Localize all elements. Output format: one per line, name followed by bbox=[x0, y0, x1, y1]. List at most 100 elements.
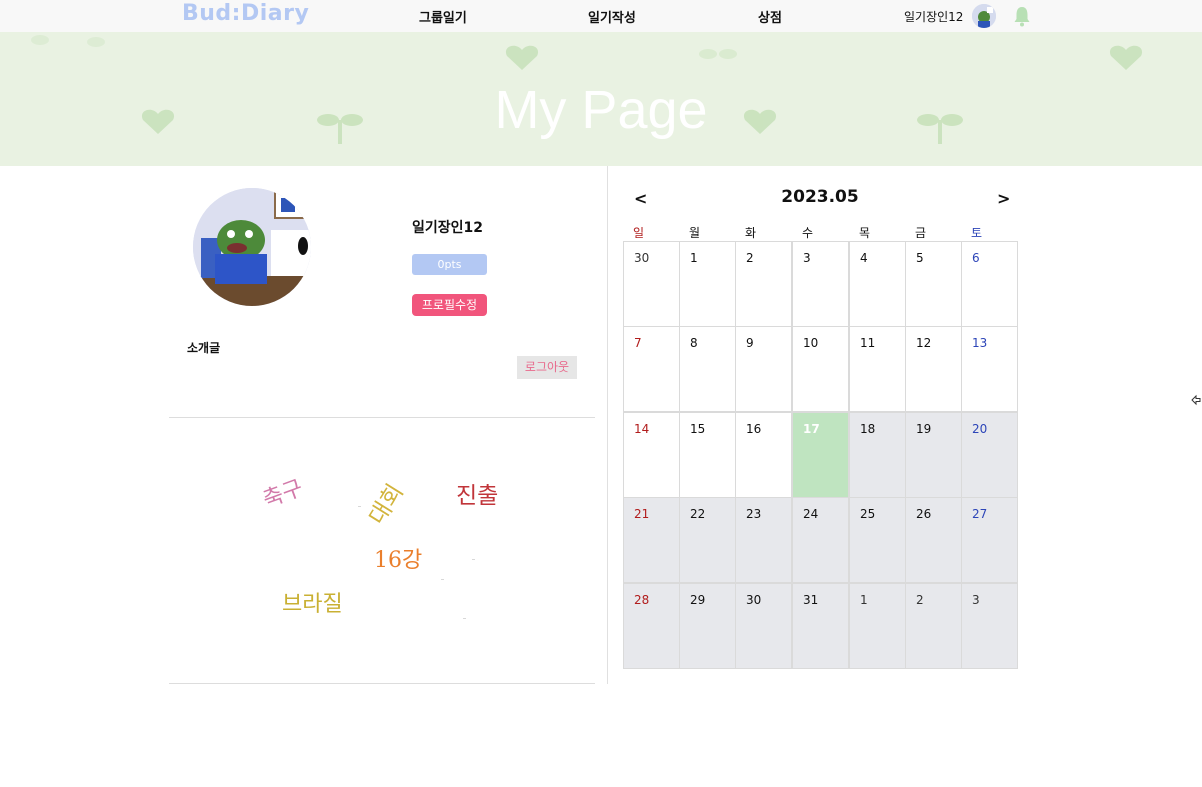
calendar-day[interactable]: 10 bbox=[793, 327, 848, 411]
word-cloud-word: 브라질 bbox=[282, 592, 343, 617]
word-cloud-word: 16강 bbox=[374, 548, 423, 573]
calendar-day-number: 28 bbox=[634, 593, 650, 607]
weekday-label: 수 bbox=[802, 226, 814, 240]
calendar-day-number: 6 bbox=[972, 251, 980, 265]
calendar-day[interactable]: 19 bbox=[906, 413, 961, 497]
divider bbox=[169, 417, 595, 418]
calendar-title: 2023.05 bbox=[781, 187, 859, 207]
calendar-day[interactable]: 2 bbox=[906, 584, 961, 668]
calendar-day[interactable]: 16 bbox=[736, 413, 791, 497]
calendar-day-number: 18 bbox=[860, 422, 876, 436]
calendar-day[interactable]: 31 bbox=[793, 584, 848, 668]
calendar-day-number: 17 bbox=[803, 422, 820, 436]
logout-button[interactable]: 로그아웃 bbox=[517, 356, 577, 379]
points-badge: 0pts bbox=[412, 254, 487, 275]
calendar-next-button[interactable]: > bbox=[997, 189, 1010, 208]
cursor-icon bbox=[1191, 391, 1201, 406]
word-cloud-speck bbox=[441, 579, 444, 580]
calendar-day-number: 27 bbox=[972, 507, 988, 521]
calendar-day[interactable]: 21 bbox=[624, 498, 679, 582]
word-cloud-speck bbox=[472, 559, 475, 560]
calendar-day[interactable]: 13 bbox=[962, 327, 1017, 411]
profile-username: 일기장인12 bbox=[412, 220, 484, 236]
calendar-day-number: 3 bbox=[803, 251, 811, 265]
calendar-day-number: 31 bbox=[803, 593, 819, 607]
calendar-day[interactable]: 18 bbox=[850, 413, 905, 497]
bell-icon[interactable] bbox=[1013, 5, 1031, 27]
logo[interactable]: Bud:Diary bbox=[182, 1, 309, 26]
nav-shop[interactable]: 상점 bbox=[758, 7, 782, 26]
nav-username[interactable]: 일기장인12 bbox=[904, 8, 963, 25]
calendar-day[interactable]: 2 bbox=[736, 242, 791, 326]
calendar-day-number: 19 bbox=[916, 422, 932, 436]
page-banner: My Page bbox=[0, 32, 1202, 166]
nav-group-diary[interactable]: 그룹일기 bbox=[419, 7, 467, 26]
calendar-day[interactable]: 28 bbox=[624, 584, 679, 668]
word-cloud-word: 대회 bbox=[364, 479, 409, 530]
calendar-day-number: 3 bbox=[972, 593, 980, 607]
calendar-day[interactable]: 1 bbox=[850, 584, 905, 668]
weekday-label: 목 bbox=[859, 226, 871, 240]
calendar-day[interactable]: 1 bbox=[680, 242, 735, 326]
calendar-day[interactable]: 29 bbox=[680, 584, 735, 668]
calendar-day-number: 1 bbox=[690, 251, 698, 265]
nav-write-diary[interactable]: 일기작성 bbox=[588, 7, 636, 26]
calendar-day-number: 30 bbox=[634, 251, 650, 265]
divider bbox=[169, 683, 595, 684]
calendar-day[interactable]: 12 bbox=[906, 327, 961, 411]
calendar-day-number: 20 bbox=[972, 422, 988, 436]
calendar-day-number: 26 bbox=[916, 507, 932, 521]
calendar-day[interactable]: 15 bbox=[680, 413, 735, 497]
word-cloud-word: 축구 bbox=[259, 475, 307, 514]
calendar-day[interactable]: 11 bbox=[850, 327, 905, 411]
calendar-prev-button[interactable]: < bbox=[634, 189, 647, 208]
calendar-day[interactable]: 27 bbox=[962, 498, 1017, 582]
calendar-day-number: 25 bbox=[860, 507, 876, 521]
calendar-day[interactable]: 23 bbox=[736, 498, 791, 582]
calendar-day-number: 10 bbox=[803, 336, 819, 350]
calendar-day-number: 29 bbox=[690, 593, 706, 607]
weekday-label: 토 bbox=[971, 226, 983, 240]
calendar-day[interactable]: 26 bbox=[906, 498, 961, 582]
calendar-day-number: 5 bbox=[916, 251, 924, 265]
calendar-day[interactable]: 30 bbox=[624, 242, 679, 326]
calendar-day[interactable]: 4 bbox=[850, 242, 905, 326]
calendar-day[interactable]: 3 bbox=[793, 242, 848, 326]
calendar-day-today[interactable]: 17 bbox=[793, 413, 848, 497]
calendar-day-number: 15 bbox=[690, 422, 706, 436]
weekday-label: 화 bbox=[745, 226, 757, 240]
intro-label: 소개글 bbox=[187, 341, 221, 355]
calendar-day-number: 30 bbox=[746, 593, 762, 607]
calendar-day[interactable]: 9 bbox=[736, 327, 791, 411]
calendar-day-number: 21 bbox=[634, 507, 650, 521]
calendar-day[interactable]: 5 bbox=[906, 242, 961, 326]
calendar-day[interactable]: 24 bbox=[793, 498, 848, 582]
calendar-day-number: 14 bbox=[634, 422, 650, 436]
calendar-day-number: 22 bbox=[690, 507, 706, 521]
page-title: My Page bbox=[494, 80, 708, 140]
calendar-grid: 30 1 2 3 4 5 6 7 8 9 10 11 12 13 14 15 16 17 18 19 20 21 22 23 2… bbox=[623, 241, 1018, 669]
calendar-day-number: 1 bbox=[860, 593, 868, 607]
calendar-day[interactable]: 3 bbox=[962, 584, 1017, 668]
calendar-day[interactable]: 7 bbox=[624, 327, 679, 411]
calendar-day-number: 2 bbox=[916, 593, 924, 607]
column-divider bbox=[607, 166, 608, 684]
top-nav: Bud:Diary 그룹일기 일기작성 상점 일기장인12 bbox=[0, 0, 1202, 32]
calendar-day[interactable]: 20 bbox=[962, 413, 1017, 497]
calendar-day-number: 8 bbox=[690, 336, 698, 350]
word-cloud-speck bbox=[463, 618, 466, 619]
calendar-day-number: 9 bbox=[746, 336, 754, 350]
edit-profile-button[interactable]: 프로필수정 bbox=[412, 294, 487, 316]
weekday-label: 금 bbox=[915, 226, 927, 240]
word-cloud-word: 진출 bbox=[456, 483, 499, 509]
calendar-day-number: 12 bbox=[916, 336, 932, 350]
calendar-day[interactable]: 8 bbox=[680, 327, 735, 411]
calendar-day[interactable]: 25 bbox=[850, 498, 905, 582]
calendar-day[interactable]: 14 bbox=[624, 413, 679, 497]
calendar-day[interactable]: 30 bbox=[736, 584, 791, 668]
nav-avatar[interactable] bbox=[972, 4, 996, 28]
calendar-day-number: 4 bbox=[860, 251, 868, 265]
calendar-day[interactable]: 6 bbox=[962, 242, 1017, 326]
calendar-day[interactable]: 22 bbox=[680, 498, 735, 582]
calendar-day-number: 16 bbox=[746, 422, 762, 436]
